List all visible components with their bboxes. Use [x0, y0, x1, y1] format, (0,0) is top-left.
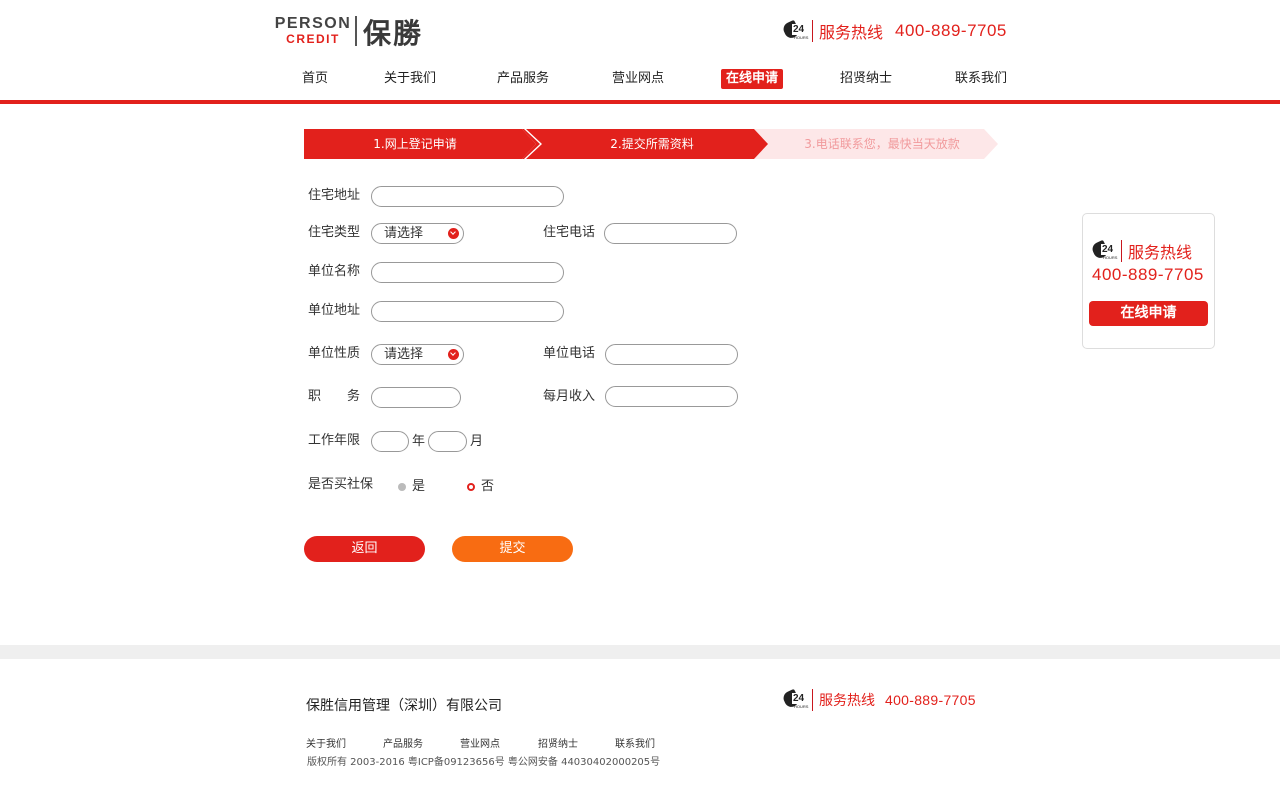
- submit-button[interactable]: 提交: [452, 536, 573, 562]
- footer-company-name: 保胜信用管理（深圳）有限公司: [306, 698, 502, 714]
- monthly-income-input[interactable]: [605, 386, 738, 407]
- nav-item-contact[interactable]: 联系我们: [955, 68, 1007, 90]
- residence-phone-input[interactable]: [604, 223, 737, 244]
- residence-type-value: 请选择: [384, 226, 424, 241]
- hotline-label: 服务热线: [819, 23, 884, 42]
- radio-unchecked-icon: [398, 483, 406, 491]
- footer-hotline: 24 HOURS 服务热线 400-889-7705: [781, 688, 976, 711]
- residence-address-label: 住宅地址: [308, 188, 361, 203]
- step-3-label: 3.电话联系您，最快当天放款: [804, 137, 960, 151]
- position-label: 职 务: [308, 389, 361, 404]
- hotline-number: 400-889-7705: [895, 21, 1007, 40]
- company-address-label: 单位地址: [308, 303, 361, 318]
- work-months-input[interactable]: [428, 431, 467, 452]
- side-hotline-number: 400-889-7705: [1092, 265, 1204, 284]
- residence-address-input[interactable]: [371, 186, 564, 207]
- company-nature-label: 单位性质: [308, 346, 361, 361]
- hotline-divider: [1121, 240, 1122, 262]
- side-hotline-widget: 24 HOURS 服务热线 400-889-7705 在线申请: [1082, 213, 1215, 349]
- step-1-label: 1.网上登记申请: [373, 137, 457, 151]
- logo-en-line1: PERSON: [274, 15, 352, 32]
- social-security-no-label: 否: [481, 479, 495, 494]
- footer-link-contact[interactable]: 联系我们: [615, 735, 655, 750]
- hotline-divider: [812, 689, 813, 711]
- month-unit: 月: [470, 434, 484, 449]
- logo-en-line2: CREDIT: [286, 32, 340, 46]
- phone-24h-icon: 24 HOURS: [1090, 239, 1117, 262]
- company-phone-label: 单位电话: [543, 346, 596, 361]
- company-address-input[interactable]: [371, 301, 564, 322]
- radio-checked-icon: [467, 483, 475, 491]
- phone-24h-icon: 24 HOURS: [781, 688, 808, 711]
- nav-item-about[interactable]: 关于我们: [384, 68, 436, 90]
- progress-steps: 3.电话联系您，最快当天放款 2.提交所需资料 1.网上登记申请: [304, 129, 1004, 159]
- footer-copyright: 版权所有 2003-2016 粤ICP备09123656号 粤公网安备 4403…: [307, 757, 661, 768]
- phone-24h-icon: 24 HOURS: [781, 19, 808, 42]
- site-header: PERSON CREDIT 保勝 24 HOURS 服务热线 400-889-77…: [0, 0, 1280, 104]
- social-security-no-radio[interactable]: 否: [467, 477, 494, 497]
- step-1: 1.网上登记申请: [304, 129, 536, 159]
- nav-item-branches[interactable]: 营业网点: [612, 68, 664, 90]
- side-hotline: 24 HOURS 服务热线: [1090, 239, 1193, 263]
- social-security-yes-label: 是: [412, 479, 426, 494]
- nav-item-products[interactable]: 产品服务: [497, 68, 549, 90]
- company-name-label: 单位名称: [308, 264, 361, 279]
- main-nav: 首页 关于我们 产品服务 营业网点 在线申请 招贤纳士 联系我们: [0, 68, 1280, 90]
- company-nature-select[interactable]: 请选择: [371, 344, 464, 365]
- residence-type-label: 住宅类型: [308, 225, 361, 240]
- back-button[interactable]: 返回: [304, 536, 425, 562]
- footer-link-careers[interactable]: 招贤纳士: [538, 735, 578, 750]
- chevron-down-icon: [448, 228, 459, 239]
- footer-link-products[interactable]: 产品服务: [383, 735, 423, 750]
- year-unit: 年: [412, 434, 426, 449]
- residence-phone-label: 住宅电话: [543, 225, 596, 240]
- nav-item-home[interactable]: 首页: [302, 68, 328, 90]
- footer-hotline-number: 400-889-7705: [885, 692, 976, 708]
- position-input[interactable]: [371, 387, 461, 408]
- footer-link-branches[interactable]: 营业网点: [460, 735, 500, 750]
- nav-item-careers[interactable]: 招贤纳士: [840, 68, 892, 90]
- residence-type-select[interactable]: 请选择: [371, 223, 464, 244]
- logo-english: PERSON CREDIT: [274, 15, 352, 46]
- monthly-income-label: 每月收入: [543, 389, 596, 404]
- step-2: 2.提交所需资料: [522, 129, 768, 159]
- hotline-divider: [812, 20, 813, 42]
- side-hotline-label: 服务热线: [1128, 243, 1193, 262]
- side-apply-button[interactable]: 在线申请: [1089, 301, 1208, 326]
- nav-underline: [0, 100, 1280, 104]
- header-hotline: 24 HOURS 服务热线 400-889-7705: [781, 19, 1007, 43]
- work-years-label: 工作年限: [308, 433, 361, 448]
- chevron-down-icon: [448, 349, 459, 360]
- logo-divider: [355, 16, 357, 46]
- step-3: 3.电话联系您，最快当天放款: [752, 129, 998, 159]
- footer-link-about[interactable]: 关于我们: [306, 735, 346, 750]
- social-security-yes-radio[interactable]: 是: [398, 477, 425, 497]
- logo-chinese: 保勝: [363, 17, 424, 50]
- step-2-label: 2.提交所需资料: [610, 137, 694, 151]
- company-name-input[interactable]: [371, 262, 564, 283]
- nav-item-apply-online[interactable]: 在线申请: [721, 69, 784, 89]
- company-nature-value: 请选择: [384, 347, 424, 362]
- social-security-label: 是否买社保: [308, 477, 374, 492]
- footer-divider-band: [0, 645, 1280, 659]
- footer-hotline-label: 服务热线: [819, 693, 875, 709]
- company-phone-input[interactable]: [605, 344, 738, 365]
- work-years-input[interactable]: [371, 431, 409, 452]
